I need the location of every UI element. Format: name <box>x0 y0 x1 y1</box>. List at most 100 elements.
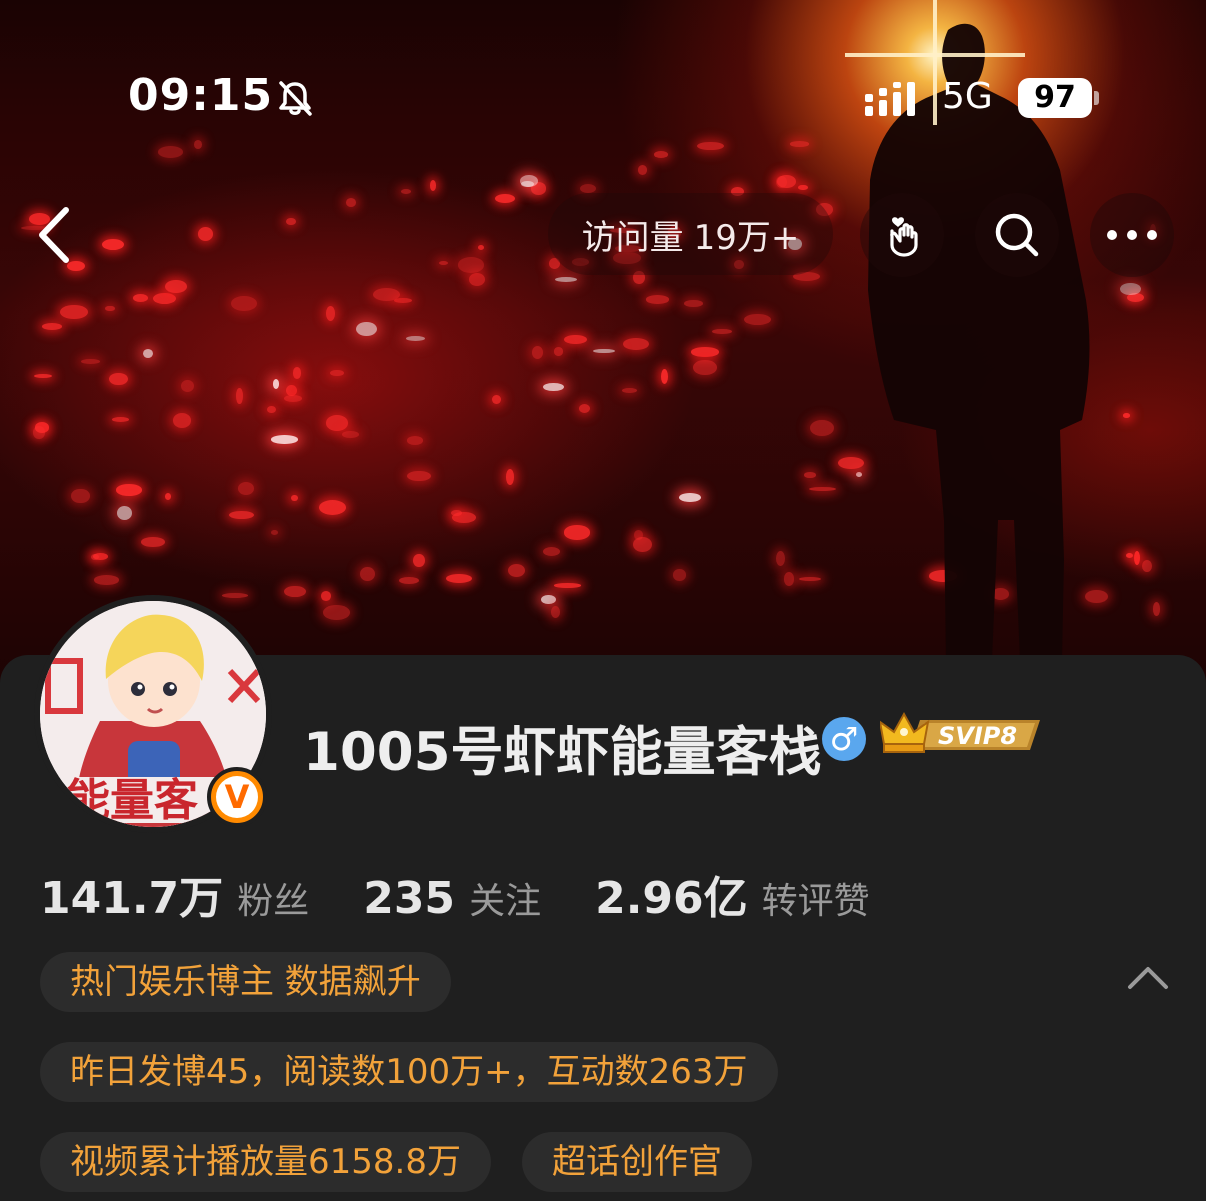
cover-light <box>229 510 255 519</box>
cover-light <box>563 525 591 540</box>
cover-light <box>798 576 822 582</box>
cover-light <box>180 379 195 392</box>
status-time: 09:15 <box>128 70 274 121</box>
cover-light <box>661 369 669 385</box>
cover-light <box>554 583 581 588</box>
hand-heart-button[interactable] <box>860 193 944 277</box>
cover-light <box>320 591 331 602</box>
cover-light <box>542 382 564 392</box>
super-topic-tag[interactable]: 超话创作官 <box>522 1132 752 1192</box>
cover-light <box>372 287 401 301</box>
cover-light <box>1142 559 1153 572</box>
cover-light <box>140 537 165 547</box>
cover-light <box>633 536 653 553</box>
cover-light <box>540 594 557 605</box>
cover-light <box>164 493 172 501</box>
cover-light <box>165 279 188 293</box>
cover-light <box>60 305 88 320</box>
hot-blogger-tag[interactable]: 热门娱乐博主 数据飙升 <box>40 952 451 1012</box>
search-button[interactable] <box>975 193 1059 277</box>
cover-light <box>109 372 128 385</box>
cover-light <box>543 546 561 556</box>
cover-light <box>91 554 99 561</box>
hand-heart-icon <box>890 217 918 257</box>
cover-light <box>623 338 649 351</box>
cover-light <box>237 482 254 496</box>
following-stat[interactable]: 235 关注 <box>363 872 541 924</box>
cover-light <box>341 431 359 439</box>
cover-light <box>231 295 258 312</box>
cover-light <box>173 413 192 428</box>
cover-light <box>550 605 561 618</box>
following-count: 235 <box>363 873 456 924</box>
cover-light <box>1152 602 1161 616</box>
cover-light <box>325 305 336 321</box>
cover-light <box>554 277 578 283</box>
cover-light <box>345 198 356 207</box>
cover-light <box>654 151 669 158</box>
cover-light <box>491 394 502 405</box>
cover-light <box>1125 553 1134 559</box>
cover-light <box>697 141 725 150</box>
yesterday-stats-tag[interactable]: 昨日发博45，阅读数100万+，互动数263万 <box>40 1042 778 1102</box>
following-label: 关注 <box>469 881 542 922</box>
cover-light <box>116 506 132 521</box>
cover-light <box>531 346 544 360</box>
video-views-tag[interactable]: 视频累计播放量6158.8万 <box>40 1132 491 1192</box>
cover-light <box>93 575 120 585</box>
cover-light <box>789 141 810 147</box>
visit-count: 19万+ <box>693 217 800 258</box>
chevron-up-icon[interactable] <box>1126 963 1170 993</box>
cover-light <box>267 405 277 413</box>
cover-light <box>693 360 717 376</box>
visit-count-pill[interactable]: 访问量 19万+ <box>548 193 833 275</box>
battery-indicator: 97 <box>1018 78 1092 118</box>
cover-light <box>445 573 473 583</box>
bell-off-icon <box>279 81 312 116</box>
followers-label: 粉丝 <box>237 881 310 922</box>
cover-light <box>477 244 485 251</box>
cover-light <box>153 292 177 304</box>
svip-badge[interactable]: SVIP8 <box>880 710 1042 760</box>
cover-light <box>711 328 732 335</box>
cover-light <box>32 426 45 439</box>
cover-light <box>142 348 153 358</box>
cover-light <box>672 569 686 581</box>
network-label: 5G <box>942 76 993 117</box>
cover-light <box>406 336 425 342</box>
cover-light <box>34 373 53 378</box>
cover-light <box>111 417 130 422</box>
verified-letter: V <box>216 776 258 818</box>
cover-light <box>413 553 425 568</box>
cover-light <box>157 145 183 158</box>
cover-light <box>292 366 302 379</box>
back-arrow-icon[interactable] <box>30 200 90 270</box>
cover-light <box>691 347 719 357</box>
more-button[interactable] <box>1090 193 1174 277</box>
cover-light <box>194 140 203 150</box>
followers-count: 141.7万 <box>40 873 224 924</box>
gender-male-icon: ♂ <box>822 717 866 761</box>
cover-light <box>271 530 278 536</box>
verified-badge: V <box>207 767 267 827</box>
cover-light <box>319 500 347 516</box>
cover-light <box>283 585 306 598</box>
cover-light <box>684 299 703 308</box>
cover-light <box>777 174 797 189</box>
cover-light <box>507 563 525 577</box>
engagement-label: 转评赞 <box>761 881 870 922</box>
followers-stat[interactable]: 141.7万 粉丝 <box>40 862 309 926</box>
cover-light <box>329 369 344 377</box>
visit-label: 访问量 <box>581 217 684 258</box>
cover-light <box>438 260 449 265</box>
cover-light <box>407 470 432 482</box>
cover-light <box>637 164 648 175</box>
battery-tip <box>1094 91 1099 105</box>
engagement-stat[interactable]: 2.96亿 转评赞 <box>595 862 870 926</box>
cover-light <box>743 314 771 326</box>
cover-light <box>578 403 591 413</box>
cover-light <box>810 419 834 436</box>
cover-light <box>798 184 808 191</box>
cover-light <box>355 321 377 336</box>
cover-light <box>272 379 280 389</box>
